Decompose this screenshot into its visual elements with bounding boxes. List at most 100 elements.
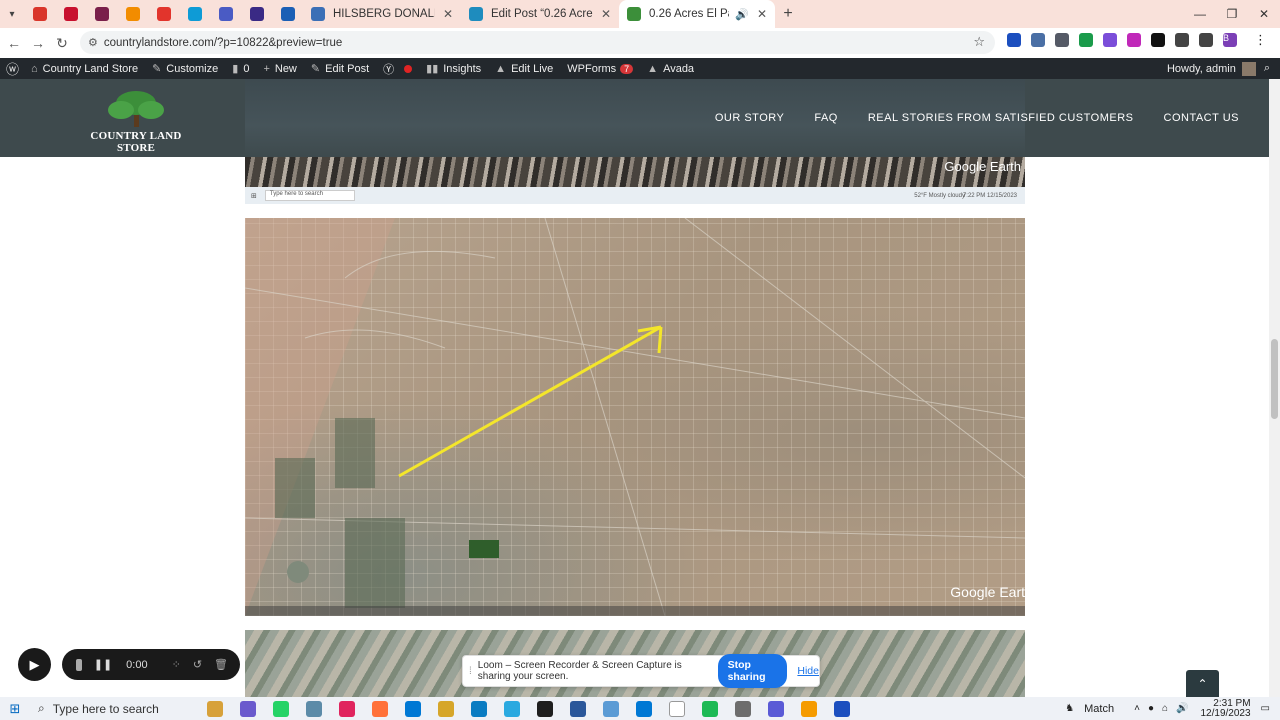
restore-icon[interactable]: ❐: [1216, 0, 1248, 28]
admin-new-link[interactable]: + New: [263, 63, 296, 75]
extension-icon-1[interactable]: [1031, 33, 1045, 47]
loom-pause-icon[interactable]: ❚❚: [94, 658, 112, 671]
pinned-tab-6[interactable]: [210, 0, 241, 28]
tab-hilsberg[interactable]: HILSBERG DONALD K 0.26 Acre ✕: [303, 0, 461, 28]
taskbar-app-icon-7[interactable]: [437, 700, 454, 717]
tab-preview-active[interactable]: 0.26 Acres El Paso Texas 20 🔊 ✕: [619, 0, 775, 28]
taskbar-app-icon-16[interactable]: [734, 700, 751, 717]
admin-comments-link[interactable]: ▮ 0: [232, 62, 249, 76]
taskbar-app-icon-10[interactable]: [536, 700, 553, 717]
tab-search-icon[interactable]: ▾: [0, 0, 24, 28]
taskbar-app-icon-12[interactable]: [602, 700, 619, 717]
admin-insights-link[interactable]: ▮▮ Insights: [426, 62, 481, 76]
admin-avada-link[interactable]: ▲ Avada: [647, 63, 694, 75]
taskbar-app-icon-13[interactable]: [635, 700, 652, 717]
loom-stop-icon[interactable]: [76, 658, 82, 671]
taskbar-app-icon-17[interactable]: [767, 700, 784, 717]
taskbar-app-icon-0[interactable]: [206, 700, 223, 717]
taskbar-app-icon-1[interactable]: [239, 700, 256, 717]
site-logo[interactable]: COUNTRY LAND STORE: [75, 89, 197, 154]
extension-icon-6[interactable]: [1151, 33, 1165, 47]
taskbar-app-icon-19[interactable]: [833, 700, 850, 717]
browser-menu-icon[interactable]: ⋮: [1254, 32, 1267, 48]
extension-icon-8[interactable]: [1199, 33, 1213, 47]
minimize-icon[interactable]: —: [1184, 0, 1216, 28]
extension-icon-3[interactable]: [1079, 33, 1093, 47]
address-bar[interactable]: ⚙ countrylandstore.com/?p=10822&preview=…: [80, 31, 995, 54]
mic-icon[interactable]: ●: [1148, 703, 1154, 714]
extension-icon-7[interactable]: [1175, 33, 1189, 47]
admin-site-link[interactable]: ⌂ Country Land Store: [31, 63, 138, 75]
taskbar-app-icon-3[interactable]: [305, 700, 322, 717]
weather-icon[interactable]: ♞: [1065, 703, 1074, 714]
taskbar-app-icon-6[interactable]: [404, 700, 421, 717]
pinned-tab-4[interactable]: [148, 0, 179, 28]
wordpress-logo-icon[interactable]: ⓦ: [6, 59, 19, 78]
nav-real-stories[interactable]: REAL STORIES FROM SATISFIED CUSTOMERS: [868, 112, 1134, 124]
yoast-icon[interactable]: Ⓨ: [383, 61, 394, 77]
admin-edit-post-link[interactable]: ✎ Edit Post: [311, 62, 369, 76]
extension-icon-0[interactable]: [1007, 33, 1021, 47]
pinned-tab-3[interactable]: [117, 0, 148, 28]
page-scrollbar[interactable]: [1269, 79, 1280, 697]
back-icon[interactable]: ←: [2, 35, 26, 51]
bookmark-star-icon[interactable]: ☆: [973, 34, 985, 50]
taskbar-app-icon-11[interactable]: [569, 700, 586, 717]
reload-icon[interactable]: ↻: [50, 35, 74, 52]
tab-close-icon[interactable]: ✕: [757, 7, 767, 21]
admin-account[interactable]: Howdy, admin ⌕: [1167, 58, 1270, 79]
admin-edit-live-link[interactable]: ▲ Edit Live: [495, 63, 553, 75]
extension-icon-5[interactable]: [1127, 33, 1141, 47]
forward-icon[interactable]: →: [26, 35, 50, 51]
tab-close-icon[interactable]: ✕: [601, 7, 611, 21]
taskbar-app-icon-14[interactable]: [668, 700, 685, 717]
windows-start-icon[interactable]: ⊞: [0, 701, 30, 717]
profile-avatar[interactable]: B: [1223, 33, 1237, 47]
pinned-tab-7[interactable]: [241, 0, 272, 28]
taskbar-app-icon-2[interactable]: [272, 700, 289, 717]
loom-camera-button[interactable]: ▶: [18, 648, 51, 681]
taskbar-app-icon-4[interactable]: [338, 700, 355, 717]
taskbar-app-icon-9[interactable]: [503, 700, 520, 717]
pinned-tab-8[interactable]: [272, 0, 303, 28]
tab-close-icon[interactable]: ✕: [443, 7, 453, 21]
loom-delete-icon[interactable]: 🗑: [214, 658, 228, 671]
loom-drawing-icon[interactable]: ⁘: [172, 658, 181, 671]
tray-chevron-icon[interactable]: ˄: [1134, 703, 1140, 714]
network-icon[interactable]: ⌂: [1162, 703, 1168, 714]
pinned-tab-5[interactable]: [179, 0, 210, 28]
scroll-to-top-button[interactable]: ⌃: [1186, 670, 1219, 697]
extension-icon-4[interactable]: [1103, 33, 1117, 47]
taskbar-app-icon-18[interactable]: [800, 700, 817, 717]
new-tab-button[interactable]: +: [775, 5, 801, 23]
stop-sharing-button[interactable]: Stop sharing: [717, 654, 788, 688]
taskbar-app-icon-15[interactable]: [701, 700, 718, 717]
taskbar-clock[interactable]: 2:31 PM 12/19/2023: [1200, 698, 1250, 719]
taskbar-app-icon-8[interactable]: [470, 700, 487, 717]
pinned-tab-1[interactable]: [55, 0, 86, 28]
taskbar-search[interactable]: ⌕ Type here to search: [30, 697, 172, 720]
pinned-tab-0[interactable]: [24, 0, 55, 28]
pinned-tab-2[interactable]: [86, 0, 117, 28]
hide-link[interactable]: Hide: [797, 665, 819, 677]
drag-handle-icon[interactable]: ⁞: [469, 666, 472, 677]
notification-icon[interactable]: ▭: [1261, 703, 1270, 714]
site-info-icon[interactable]: ⚙: [88, 36, 98, 49]
close-window-icon[interactable]: ✕: [1248, 0, 1280, 28]
volume-icon[interactable]: 🔊: [1176, 703, 1188, 714]
nav-faq[interactable]: FAQ: [814, 112, 838, 124]
speaker-icon[interactable]: 🔊: [735, 8, 749, 21]
admin-search-icon[interactable]: ⌕: [1264, 62, 1270, 75]
taskbar-app-icon-5[interactable]: [371, 700, 388, 717]
nav-contact-us[interactable]: CONTACT US: [1164, 112, 1240, 124]
admin-customize-link[interactable]: ✎ Customize: [152, 62, 218, 76]
nav-our-story[interactable]: OUR STORY: [715, 112, 785, 124]
status-dot-icon[interactable]: [404, 64, 413, 73]
weather-text[interactable]: Match: [1084, 703, 1114, 715]
scrollbar-thumb[interactable]: [1271, 339, 1278, 419]
loom-restart-icon[interactable]: ↺: [193, 658, 202, 671]
tab-edit-post[interactable]: Edit Post “0.26 Acres El Paso Te ✕: [461, 0, 619, 28]
extension-icon-2[interactable]: [1055, 33, 1069, 47]
admin-wpforms-link[interactable]: WPForms 7: [567, 63, 634, 75]
url-text[interactable]: countrylandstore.com/?p=10822&preview=tr…: [104, 37, 342, 49]
